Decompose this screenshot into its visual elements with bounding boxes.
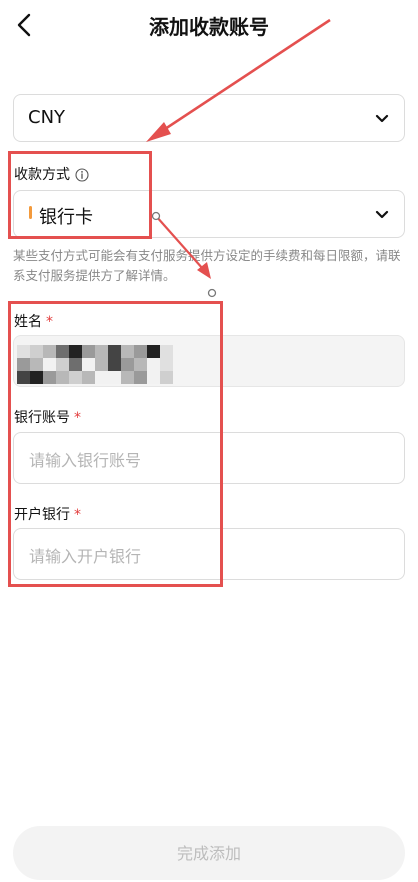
currency-value: CNY: [28, 107, 66, 128]
page-title: 添加收款账号: [149, 15, 269, 39]
header-bar: 添加收款账号: [0, 0, 418, 52]
submit-button[interactable]: 完成添加: [13, 826, 405, 880]
currency-select[interactable]: CNY: [13, 94, 405, 142]
chevron-down-icon: [375, 210, 389, 219]
annotation-handle: [207, 288, 217, 298]
annotation-box-form-fields: [8, 301, 223, 587]
chevron-down-icon: [375, 114, 389, 123]
fee-notice: 某些支付方式可能会有支付服务提供方设定的手续费和每日限额，请联系支付服务提供方了…: [13, 248, 401, 283]
annotation-box-payment-method: [8, 151, 152, 239]
